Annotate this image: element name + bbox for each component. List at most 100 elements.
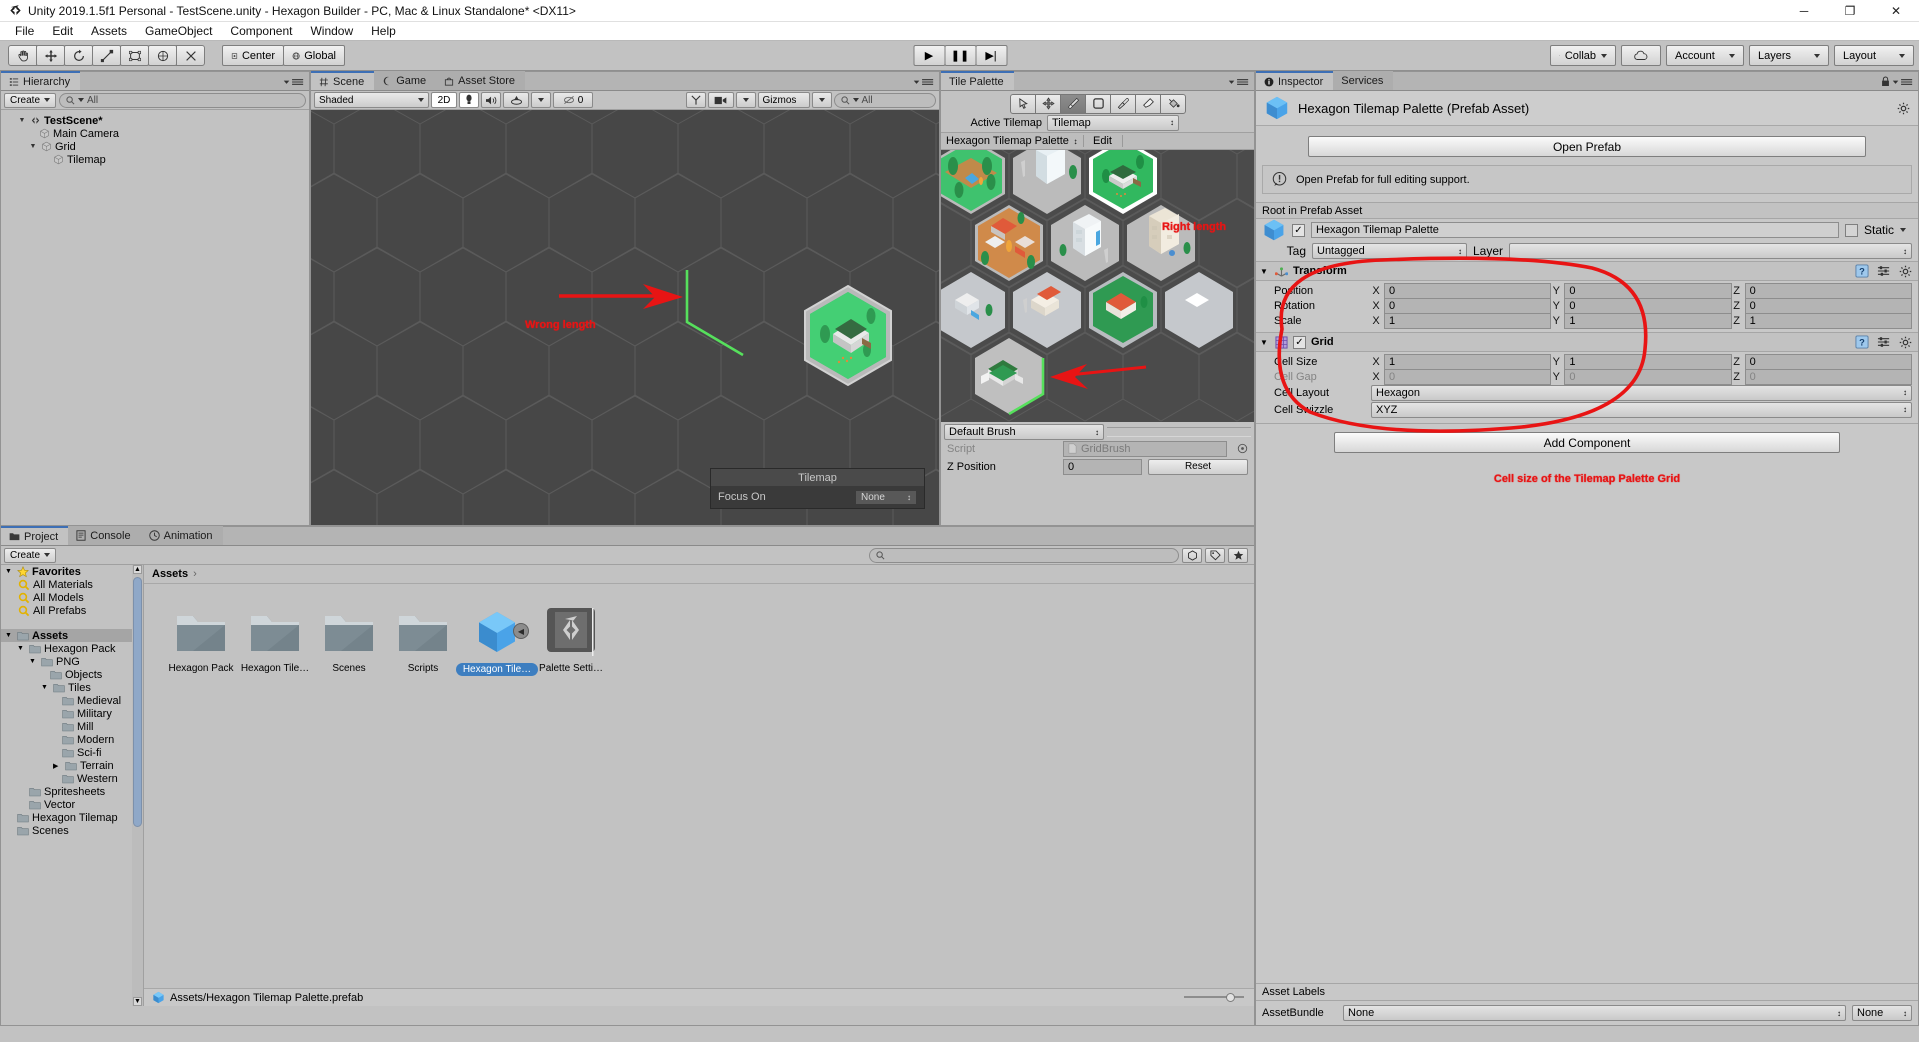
chevron-down-icon[interactable]: ▼: [1260, 267, 1270, 276]
cell-size-z-input[interactable]: 0: [1744, 353, 1912, 370]
chevron-down-icon[interactable]: ▼: [5, 632, 14, 639]
tile-palette-canvas[interactable]: Right length: [941, 150, 1254, 422]
tree-item-assets[interactable]: ▼ Assets: [1, 629, 143, 642]
chevron-right-icon[interactable]: ▶: [53, 762, 62, 770]
hierarchy-panel-menu[interactable]: [281, 77, 305, 87]
focus-on-dropdown[interactable]: None ↕: [855, 489, 917, 505]
gear-icon[interactable]: [1899, 265, 1912, 278]
layers-button[interactable]: Layers: [1749, 45, 1829, 66]
hierarchy-item-main-camera[interactable]: Main Camera: [1, 127, 309, 140]
asset-item-hexagon-tilemap-palette[interactable]: ◀ Hexagon Tile…: [455, 606, 539, 676]
select-tool-button[interactable]: [1010, 93, 1036, 114]
tree-item-military[interactable]: Military: [1, 707, 143, 720]
gizmos-dropdown[interactable]: Gizmos: [757, 92, 810, 108]
rotation-x-input[interactable]: 0: [1384, 297, 1552, 314]
custom-tool-button[interactable]: [176, 45, 205, 66]
tree-item-png[interactable]: ▼ PNG: [1, 655, 143, 668]
scale-x[interactable]: X1: [1371, 312, 1552, 329]
scroll-thumb[interactable]: [133, 577, 142, 827]
tree-item-medieval[interactable]: Medieval: [1, 694, 143, 707]
chevron-down-icon[interactable]: ▼: [29, 658, 38, 665]
tile-palette-panel-menu[interactable]: [1226, 77, 1250, 87]
tree-item-objects[interactable]: Objects: [1, 668, 143, 681]
rotation-y-input[interactable]: 0: [1564, 297, 1732, 314]
tag-dropdown[interactable]: Untagged ↕: [1312, 243, 1467, 259]
hierarchy-item-testscene[interactable]: ▼ TestScene*: [1, 114, 309, 127]
menu-gameobject[interactable]: GameObject: [136, 23, 221, 39]
tab-project[interactable]: Project: [1, 526, 69, 545]
fill-tool-button[interactable]: [1160, 93, 1186, 114]
z-position-reset-button[interactable]: Reset: [1148, 458, 1248, 475]
project-favorites-button[interactable]: [1228, 547, 1248, 563]
tree-item-scenes[interactable]: Scenes: [1, 824, 143, 837]
hierarchy-item-grid[interactable]: ▼ Grid: [1, 140, 309, 153]
static-checkbox[interactable]: [1844, 223, 1858, 237]
palette-edit-button[interactable]: Edit: [1082, 135, 1123, 147]
tree-item-scifi[interactable]: Sci-fi: [1, 746, 143, 759]
thumbnail-size-slider[interactable]: [1184, 991, 1244, 1003]
rotation-z[interactable]: Z0: [1732, 297, 1912, 314]
assetbundle-dropdown[interactable]: None ↕: [1343, 1005, 1846, 1021]
scene-visibility-button[interactable]: 0: [553, 92, 593, 108]
menu-assets[interactable]: Assets: [82, 23, 136, 39]
tree-item-western[interactable]: Western: [1, 772, 143, 785]
position-z-input[interactable]: 0: [1744, 282, 1912, 299]
rotate-tool-button[interactable]: [64, 45, 93, 66]
menu-edit[interactable]: Edit: [43, 23, 82, 39]
tab-hierarchy[interactable]: Hierarchy: [1, 71, 81, 90]
cloud-button[interactable]: [1621, 45, 1661, 66]
scene-camera-button[interactable]: [707, 92, 734, 108]
project-folder-tree[interactable]: ▼ Favorites All Materials All Models All…: [1, 565, 144, 1006]
eraser-tool-button[interactable]: [1135, 93, 1161, 114]
cell-size-y[interactable]: Y1: [1551, 353, 1732, 370]
z-position-input[interactable]: 0: [1063, 458, 1142, 475]
tab-animation[interactable]: Animation: [140, 526, 223, 545]
paintbrush-tool-button[interactable]: [1060, 93, 1086, 114]
grid-enabled-checkbox[interactable]: ✓: [1293, 335, 1306, 349]
tree-item-all-prefabs[interactable]: All Prefabs: [1, 604, 143, 617]
scene-panel-menu[interactable]: [911, 77, 935, 87]
assetbundle-variant-dropdown[interactable]: None ↕: [1852, 1005, 1912, 1021]
tree-item-mill[interactable]: Mill: [1, 720, 143, 733]
minimize-button[interactable]: ─: [1781, 0, 1827, 22]
scene-tools-button[interactable]: [685, 92, 706, 108]
brush-dropdown[interactable]: Default Brush ↕: [944, 424, 1104, 440]
tree-item-hexagon-tilemap[interactable]: Hexagon Tilemap: [1, 811, 143, 824]
layout-button[interactable]: Layout: [1834, 45, 1914, 66]
tree-item-modern[interactable]: Modern: [1, 733, 143, 746]
tab-console[interactable]: Console: [68, 526, 141, 545]
slider-knob[interactable]: [1226, 992, 1235, 1002]
tab-scene[interactable]: Scene: [311, 71, 375, 90]
scale-z[interactable]: Z1: [1732, 312, 1912, 329]
play-button[interactable]: ▶: [913, 45, 945, 66]
prefab-expand-icon[interactable]: ◀: [513, 623, 529, 639]
project-asset-grid[interactable]: Assets › Hexagon Pack Hexagon Tile… Scen…: [144, 565, 1254, 1006]
asset-item-hexagon-pack[interactable]: Hexagon Pack: [164, 606, 238, 676]
account-button[interactable]: Account: [1666, 45, 1744, 66]
preset-icon[interactable]: [1877, 335, 1891, 349]
scale-y-input[interactable]: 1: [1564, 312, 1732, 329]
step-button[interactable]: ▶|: [975, 45, 1007, 66]
tree-item-spritesheets[interactable]: Spritesheets: [1, 785, 143, 798]
rect-tool-button[interactable]: [120, 45, 149, 66]
scroll-down-arrow[interactable]: ▼: [133, 997, 142, 1006]
tree-item-terrain[interactable]: ▶ Terrain: [1, 759, 143, 772]
pivot-mode-button[interactable]: Center: [222, 45, 284, 66]
close-button[interactable]: ✕: [1873, 0, 1919, 22]
object-picker-icon[interactable]: [1237, 443, 1248, 454]
menu-file[interactable]: File: [6, 23, 43, 39]
hierarchy-item-tilemap[interactable]: Tilemap: [1, 153, 309, 166]
menu-help[interactable]: Help: [362, 23, 405, 39]
tree-item-vector[interactable]: Vector: [1, 798, 143, 811]
asset-item-scripts[interactable]: Scripts: [386, 606, 460, 676]
tree-item-hexagon-pack[interactable]: ▼ Hexagon Pack: [1, 642, 143, 655]
scale-z-input[interactable]: 1: [1744, 312, 1912, 329]
hand-tool-button[interactable]: [8, 45, 37, 66]
tree-item-all-materials[interactable]: All Materials: [1, 578, 143, 591]
scene-viewport[interactable]: Wrong length Tilemap Focus On None ↕: [311, 110, 939, 525]
help-icon[interactable]: ?: [1855, 264, 1869, 278]
cell-swizzle-dropdown[interactable]: XYZ ↕: [1371, 401, 1912, 418]
preset-icon[interactable]: [1877, 264, 1891, 278]
scene-lighting-button[interactable]: [459, 92, 479, 108]
chevron-down-icon[interactable]: ▼: [17, 645, 26, 652]
